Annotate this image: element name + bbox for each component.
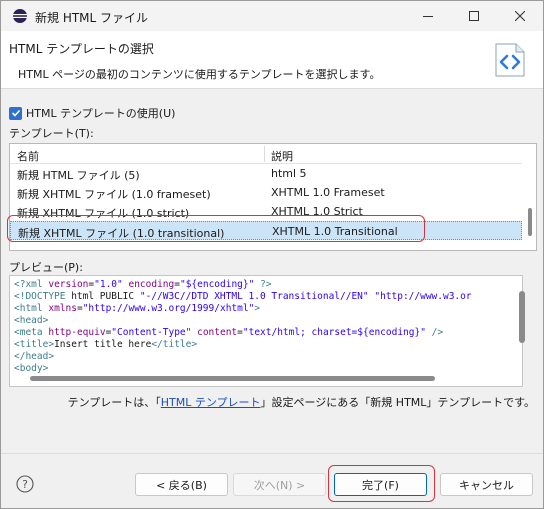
code-line: <meta http-equiv="Content-Type" content=… xyxy=(14,327,444,338)
back-button[interactable]: < 戻る(B) xyxy=(135,473,228,496)
code-line: <?xml version="1.0" encoding="${encoding… xyxy=(14,279,272,290)
code-line: <html xmlns="http://www.w3.org/1999/xhtm… xyxy=(14,303,261,314)
row-description: XHTML 1.0 Frameset xyxy=(271,186,385,199)
html-file-icon xyxy=(495,43,525,77)
templates-label: テンプレート(T): xyxy=(9,127,94,140)
html-template-link[interactable]: HTML テンプレート xyxy=(161,396,261,409)
table-row[interactable]: 新規 HTML ファイル (5) html 5 xyxy=(10,164,522,183)
preview-pane[interactable]: <?xml version="1.0" encoding="${encoding… xyxy=(9,275,523,387)
header-description: HTML ページの最初のコンテンツに使用するテンプレートを選択します。 xyxy=(18,68,381,81)
maximize-icon xyxy=(469,11,479,21)
cancel-button[interactable]: キャンセル xyxy=(440,473,533,496)
code-line: </head> xyxy=(14,351,55,362)
footer-divider xyxy=(1,453,543,454)
minimize-icon xyxy=(423,16,433,17)
table-row[interactable]: 新規 XHTML ファイル (1.0 frameset) XHTML 1.0 F… xyxy=(10,183,522,202)
title-bar[interactable]: 新規 HTML ファイル xyxy=(1,1,543,31)
preview-label: プレビュー(P): xyxy=(9,261,83,274)
finish-highlight-annotation xyxy=(328,465,435,502)
next-button[interactable]: 次へ(N) > xyxy=(233,473,326,496)
close-button[interactable] xyxy=(497,1,543,31)
wizard-header: HTML テンプレートの選択 HTML ページの最初のコンテンツに使用するテンプ… xyxy=(1,31,543,89)
column-header-name[interactable]: 名前 xyxy=(17,148,39,164)
close-icon xyxy=(515,11,525,21)
checkbox-checked-icon[interactable] xyxy=(9,106,22,120)
table-vertical-scrollbar[interactable] xyxy=(525,146,535,248)
help-icon[interactable]: ? xyxy=(16,475,34,493)
row-name: 新規 XHTML ファイル (1.0 frameset) xyxy=(17,188,211,201)
maximize-button[interactable] xyxy=(451,1,497,31)
code-line: <head> xyxy=(14,315,49,326)
preview-vertical-scrollbar[interactable] xyxy=(519,291,525,343)
window-title: 新規 HTML ファイル xyxy=(35,11,149,25)
row-name: 新規 HTML ファイル (5) xyxy=(17,169,140,182)
column-header-description[interactable]: 説明 xyxy=(271,148,293,164)
note-text-before: テンプレートは、「 xyxy=(67,396,161,409)
code-line: <title>Insert title here</title> xyxy=(14,339,198,350)
scrollbar-thumb[interactable] xyxy=(528,208,532,236)
header-title: HTML テンプレートの選択 xyxy=(9,42,154,56)
selection-highlight-annotation xyxy=(7,215,425,242)
column-divider[interactable] xyxy=(264,146,265,162)
row-description: html 5 xyxy=(271,167,307,180)
code-line: <!DOCTYPE html PUBLIC "-//W3C//DTD XHTML… xyxy=(14,291,472,302)
use-template-checkbox[interactable]: HTML テンプレートの使用(U) xyxy=(9,105,175,121)
new-html-file-dialog: 新規 HTML ファイル HTML テンプレートの選択 HTML ページの最初の… xyxy=(0,0,544,509)
table-header: 名前 説明 xyxy=(10,144,522,164)
note-text-after: 」設定ページにある「新規 HTML」テンプレートです。 xyxy=(260,396,535,409)
minimize-button[interactable] xyxy=(405,1,451,31)
code-line: <body> xyxy=(14,363,49,374)
template-note: テンプレートは、「HTML テンプレート」設定ページにある「新規 HTML」テン… xyxy=(68,394,535,410)
eclipse-icon xyxy=(13,9,27,23)
use-template-label: HTML テンプレートの使用(U) xyxy=(26,107,176,120)
preview-horizontal-scrollbar[interactable] xyxy=(30,376,435,381)
svg-text:?: ? xyxy=(22,478,28,491)
